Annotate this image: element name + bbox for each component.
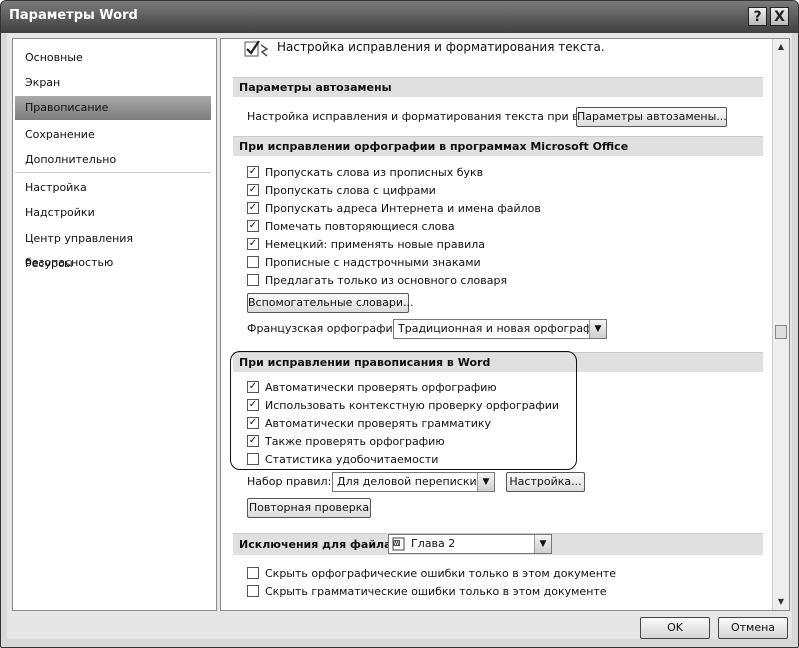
nav-item-advanced[interactable]: Дополнительно — [13, 148, 214, 172]
checkbox[interactable]: ✓ — [247, 202, 259, 214]
help-button[interactable]: ? — [748, 7, 767, 26]
panel-header-text: Настройка исправления и форматирования т… — [277, 40, 605, 54]
option-label: Скрыть грамматические ошибки только в эт… — [265, 585, 607, 598]
option-label: Скрыть орфографические ошибки только в э… — [265, 567, 617, 580]
rules-label: Набор правил: — [247, 475, 332, 488]
ok-button[interactable]: OK — [640, 617, 710, 639]
option-label: Немецкий: применять новые правила — [265, 238, 485, 251]
option-label: Пропускать адреса Интернета и имена файл… — [265, 202, 541, 215]
nav-item-save[interactable]: Сохранение — [13, 123, 214, 147]
checkbox[interactable]: ✓ — [247, 166, 259, 178]
close-button[interactable]: X — [770, 7, 789, 26]
dialog-body: Основные Экран Правописание Сохранение Д… — [7, 33, 792, 639]
spellcheck-icon — [244, 40, 269, 57]
word-document-icon: W — [392, 537, 405, 551]
french-modes-value: Традиционная и новая орфография — [398, 322, 607, 335]
checkbox[interactable]: ✓ — [247, 417, 259, 429]
proofing-panel: Настройка исправления и форматирования т… — [220, 38, 790, 611]
option-label: Пропускать слова из прописных букв — [265, 166, 484, 179]
checkbox[interactable] — [247, 585, 259, 597]
nav-item-basic[interactable]: Основные — [13, 46, 214, 70]
checkbox[interactable]: ✓ — [247, 184, 259, 196]
cancel-button[interactable]: Отмена — [718, 617, 788, 639]
checkbox[interactable] — [247, 453, 259, 465]
recheck-document-button[interactable]: Повторная проверка — [247, 498, 371, 518]
section-autocorrect: Параметры автозамены — [233, 77, 763, 97]
option-label: Автоматически проверять грамматику — [265, 417, 492, 430]
french-modes-label: Французская орфография: — [247, 322, 404, 335]
nav-item-resources[interactable]: Ресурсы — [13, 252, 214, 276]
checkbox[interactable]: ✓ — [247, 238, 259, 250]
section-office-spelling: При исправлении орфографии в программах … — [233, 136, 763, 156]
option-label: Статистика удобочитаемости — [265, 453, 439, 466]
option-label: Предлагать только из основного словаря — [265, 274, 508, 287]
chevron-down-icon[interactable]: ▼ — [589, 320, 606, 338]
autocorrect-label: Настройка исправления и форматирования т… — [247, 110, 610, 123]
autocorrect-options-button[interactable]: Параметры автозамены... — [576, 107, 727, 127]
writing-style-value: Для деловой переписки — [337, 475, 477, 488]
nav-divider — [15, 172, 210, 173]
nav-item-addins[interactable]: Надстройки — [13, 201, 214, 225]
option-label: Пропускать слова с цифрами — [265, 184, 436, 197]
nav-item-proofing[interactable]: Правописание — [15, 96, 211, 120]
options-dialog: Параметры Word ? X Основные Экран Правоп… — [0, 0, 799, 648]
checkbox[interactable] — [247, 256, 259, 268]
window-title: Параметры Word — [9, 8, 138, 23]
checkbox[interactable]: ✓ — [247, 220, 259, 232]
title-bar: Параметры Word ? X — [1, 1, 798, 33]
checkbox[interactable] — [247, 274, 259, 286]
chevron-down-icon[interactable]: ▼ — [534, 535, 551, 553]
svg-text:W: W — [394, 541, 399, 547]
nav-item-display[interactable]: Экран — [13, 71, 214, 95]
grammar-settings-button[interactable]: Настройка... — [506, 472, 585, 492]
checkbox[interactable]: ✓ — [247, 381, 259, 393]
scroll-up-icon[interactable]: ▲ — [773, 39, 789, 55]
checkbox[interactable]: ✓ — [247, 435, 259, 447]
checkbox[interactable]: ✓ — [247, 399, 259, 411]
option-label: Также проверять орфографию — [265, 435, 445, 448]
option-label: Использовать контекстную проверку орфогр… — [265, 399, 560, 412]
checkbox[interactable] — [247, 567, 259, 579]
exceptions-file-select[interactable]: W Глава 2 ▼ — [388, 534, 552, 554]
scrollbar-thumb[interactable] — [775, 325, 787, 339]
custom-dictionaries-button[interactable]: Вспомогательные словари... — [247, 293, 414, 313]
option-label: Помечать повторяющиеся слова — [265, 220, 455, 233]
french-modes-select[interactable]: Традиционная и новая орфография ▼ — [393, 319, 607, 339]
option-label: Прописные с надстрочными знаками — [265, 256, 481, 269]
option-label: Автоматически проверять орфографию — [265, 381, 497, 394]
nav-item-customize[interactable]: Настройка — [13, 176, 214, 200]
category-nav: Основные Экран Правописание Сохранение Д… — [12, 38, 217, 611]
scroll-down-icon[interactable]: ▼ — [773, 594, 789, 610]
exceptions-file-value: Глава 2 — [411, 537, 456, 550]
writing-style-select[interactable]: Для деловой переписки ▼ — [332, 472, 495, 492]
nav-item-trust-center[interactable]: Центр управления безопасностью — [13, 227, 214, 269]
vertical-scrollbar[interactable]: ▲ ▼ — [772, 39, 789, 610]
chevron-down-icon[interactable]: ▼ — [477, 473, 494, 491]
